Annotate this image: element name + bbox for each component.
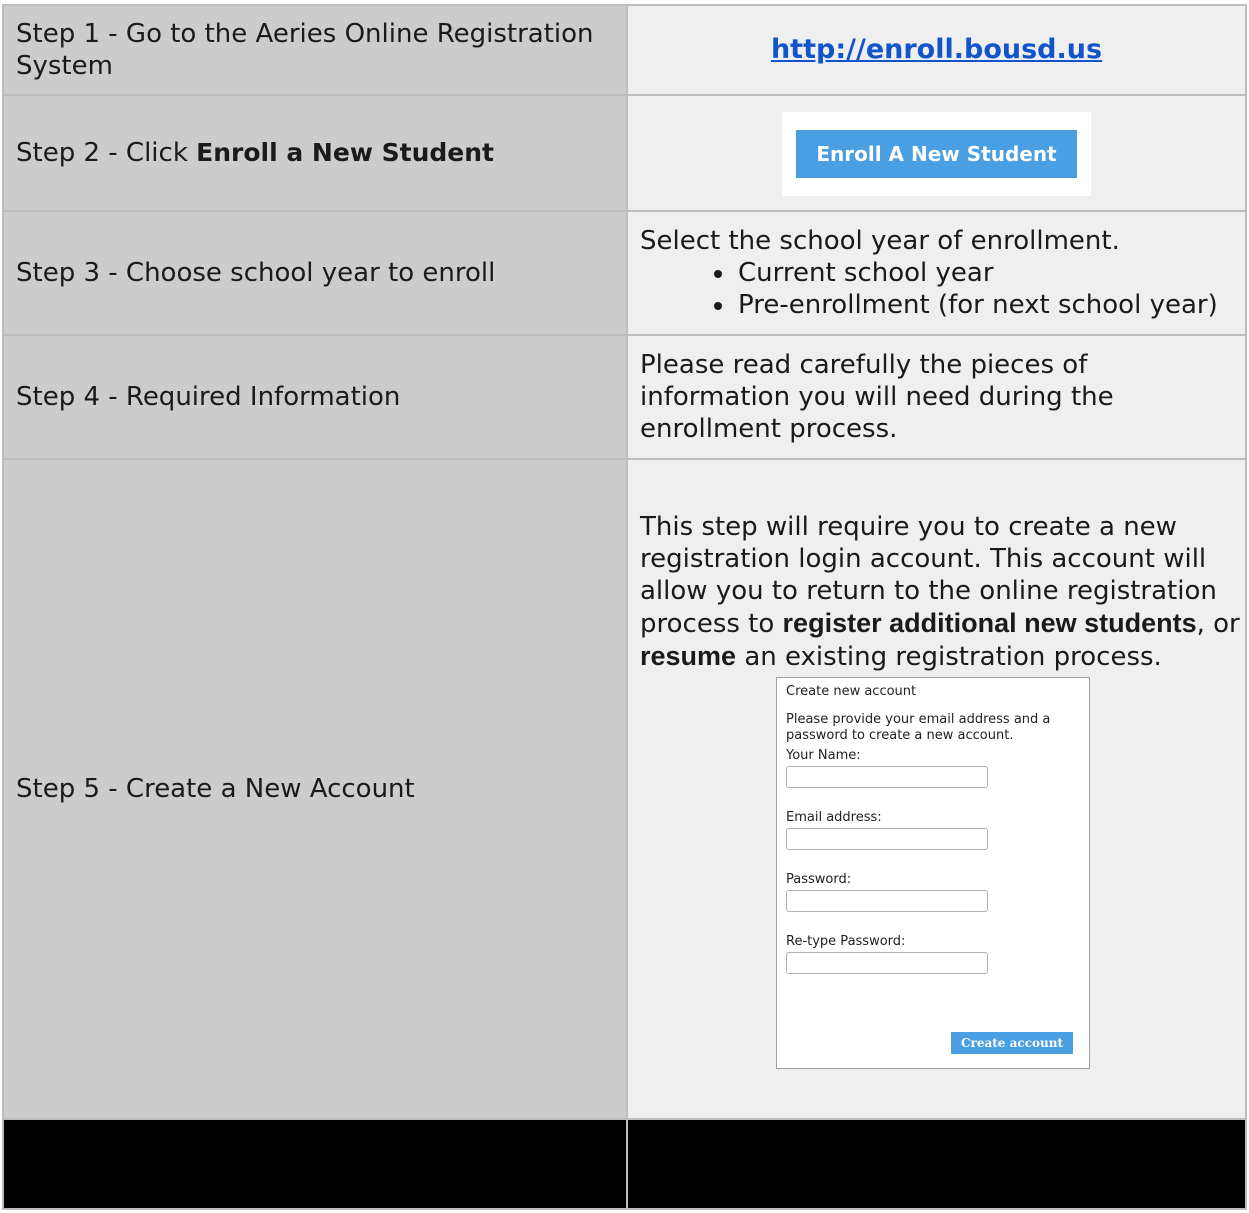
step-4-content: Please read carefully the pieces of info… [626,334,1247,460]
enroll-site-link[interactable]: http://enroll.bousd.us [771,34,1102,65]
step-2-label: Step 2 - Click Enroll a New Student [2,94,628,212]
enroll-button-frame: Enroll A New Student [782,112,1091,196]
step-5-bold-resume: resume [640,641,737,671]
step-5-description: This step will require you to create a n… [640,511,1245,673]
password-input[interactable] [786,890,988,912]
step-3-label: Step 3 - Choose school year to enroll [2,210,628,336]
step-3-intro: Select the school year of enrollment. [640,226,1120,256]
enroll-new-student-button[interactable]: Enroll A New Student [796,130,1077,178]
name-label: Your Name: [786,748,861,763]
step-5-text-2: , or [1196,609,1240,639]
step-5-bold-register: register additional new students [782,608,1197,638]
step-1-content: http://enroll.bousd.us [626,4,1247,96]
step-2-content: Enroll A New Student [626,94,1247,212]
step-5-content: This step will require you to create a n… [626,458,1247,1120]
name-input[interactable] [786,766,988,788]
blank-cell-left [2,1118,628,1210]
email-input[interactable] [786,828,988,850]
step-row-1: Step 1 - Go to the Aeries Online Registr… [2,4,1247,96]
form-description: Please provide your email address and a … [786,712,1051,743]
step-3-content: Select the school year of enrollment. Cu… [626,210,1247,336]
enrollment-steps-table: Step 1 - Go to the Aeries Online Registr… [2,4,1247,1210]
step-row-4: Step 4 - Required Information Please rea… [2,334,1247,460]
step-5-label: Step 5 - Create a New Account [2,458,628,1120]
step-2-label-prefix: Step 2 - Click [16,138,197,168]
step-row-6 [2,1118,1247,1210]
retype-password-input[interactable] [786,952,988,974]
school-year-options: Current school year Pre-enrollment (for … [640,257,1245,321]
step-row-3: Step 3 - Choose school year to enroll Se… [2,210,1247,336]
password-label: Password: [786,872,852,887]
step-row-2: Step 2 - Click Enroll a New Student Enro… [2,94,1247,212]
blank-cell-right [626,1118,1247,1210]
step-row-5: Step 5 - Create a New Account This step … [2,458,1247,1120]
step-2-label-bold: Enroll a New Student [196,138,494,167]
create-account-button[interactable]: Create account [950,1032,1073,1054]
option-current-year: Current school year [736,257,1245,289]
form-title: Create new account [786,684,917,699]
step-5-text-3: an existing registration process. [736,642,1162,672]
retype-password-label: Re-type Password: [786,934,906,949]
step-1-label: Step 1 - Go to the Aeries Online Registr… [2,4,628,96]
step-4-label: Step 4 - Required Information [2,334,628,460]
create-account-form: Create new account Please provide your e… [776,677,1090,1069]
email-label: Email address: [786,810,882,825]
option-pre-enrollment: Pre-enrollment (for next school year) [736,289,1245,321]
